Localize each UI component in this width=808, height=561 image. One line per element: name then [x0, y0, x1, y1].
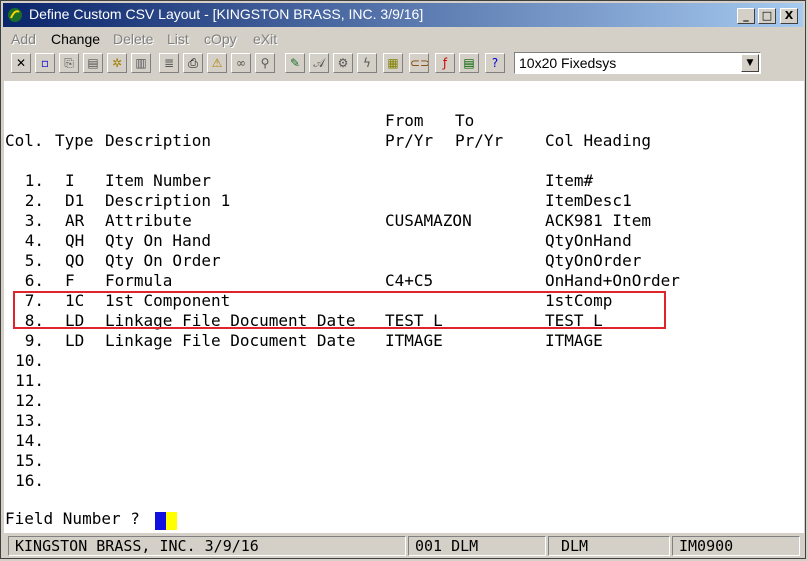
menu-add[interactable]: Add — [11, 31, 36, 47]
row-type: AR — [65, 211, 85, 230]
row-description: Description 1 — [105, 191, 231, 210]
help-icon[interactable]: ? — [485, 53, 505, 73]
row-col: 9. — [24, 331, 44, 350]
header-col: Col. — [5, 131, 44, 150]
row-type: QH — [65, 231, 85, 250]
row-col: 14. — [15, 431, 44, 450]
link-icon[interactable]: ⊂⊃ — [409, 53, 429, 73]
menu-list[interactable]: List — [167, 31, 189, 47]
status-company: KINGSTON BRASS, INC. 3/9/16 — [8, 536, 406, 556]
field-number-label: Field Number ? — [5, 509, 140, 528]
header-from-pryr: Pr/Yr — [385, 131, 434, 150]
header-col-heading: Col Heading — [545, 131, 651, 150]
row-heading: QtyOnHand — [545, 231, 632, 250]
row-type: I — [65, 171, 75, 190]
input-cursor-alt — [166, 512, 177, 530]
input-cursor[interactable] — [155, 512, 166, 530]
row-description: Qty On Hand — [105, 231, 211, 250]
row-type: QO — [65, 251, 85, 270]
row-col: 1. — [24, 171, 44, 190]
row-description: Attribute — [105, 211, 192, 230]
menu-copy[interactable]: cOpy — [204, 31, 237, 47]
menu-exit[interactable]: eXit — [253, 31, 277, 47]
settings-icon[interactable]: ✲ — [107, 53, 127, 73]
row-col: 2. — [24, 191, 44, 210]
calculator-icon[interactable]: ▦ — [383, 53, 403, 73]
terminal-screen[interactable]: From To Col. Type Description Pr/Yr Pr/Y… — [4, 81, 804, 533]
row-description: Qty On Order — [105, 251, 221, 270]
select-icon[interactable]: ▫ — [35, 53, 55, 73]
row-type: D1 — [65, 191, 85, 210]
tools-icon[interactable]: ⚙ — [333, 53, 353, 73]
document-icon[interactable]: ▤ — [459, 53, 479, 73]
row-type: F — [65, 271, 75, 290]
window-title: Define Custom CSV Layout - [KINGSTON BRA… — [29, 6, 424, 22]
row-col: 4. — [24, 231, 44, 250]
row-description: Linkage File Document Date — [105, 331, 356, 350]
row-heading: OnHand+OnOrder — [545, 271, 680, 290]
row-heading: ITMAGE — [545, 331, 603, 350]
row-from: CUSAMAZON — [385, 211, 472, 230]
status-code: 001 DLM — [408, 536, 546, 556]
find-icon[interactable]: ∞ — [231, 53, 251, 73]
maximize-button[interactable]: □ — [758, 8, 776, 24]
script-icon[interactable]: 𝒜 — [309, 53, 329, 73]
search-icon[interactable]: ⚲ — [255, 53, 275, 73]
properties-icon[interactable]: ▥ — [131, 53, 151, 73]
cancel-icon[interactable]: ✕ — [11, 53, 31, 73]
field-prompt: Field Number ? — [4, 509, 804, 531]
function-icon[interactable]: ƒ — [435, 53, 455, 73]
row-type: LD — [65, 331, 85, 350]
lightning-icon[interactable]: ϟ — [357, 53, 377, 73]
row-heading: ItemDesc1 — [545, 191, 632, 210]
row-col: 6. — [24, 271, 44, 290]
header-to-pryr: Pr/Yr — [455, 131, 504, 150]
status-bar: KINGSTON BRASS, INC. 3/9/16 001 DLM DLM … — [4, 534, 804, 558]
header-to: To — [455, 111, 475, 130]
print-icon[interactable]: ⎙ — [183, 53, 203, 73]
row-col: 12. — [15, 391, 44, 410]
row-from: ITMAGE — [385, 331, 443, 350]
app-window: Define Custom CSV Layout - [KINGSTON BRA… — [0, 0, 806, 559]
row-col: 10. — [15, 351, 44, 370]
title-bar[interactable]: Define Custom CSV Layout - [KINGSTON BRA… — [3, 3, 803, 27]
row-from: C4+C5 — [385, 271, 434, 290]
row-col: 11. — [15, 371, 44, 390]
row-heading: Item# — [545, 171, 594, 190]
row-col: 15. — [15, 451, 44, 470]
font-select-value: 10x20 Fixedsys — [519, 55, 617, 71]
menu-delete[interactable]: Delete — [113, 31, 153, 47]
header-from: From — [385, 111, 424, 130]
app-icon — [8, 8, 22, 22]
row-description: Formula — [105, 271, 173, 290]
row-col: 16. — [15, 471, 44, 490]
copy-icon[interactable]: ⎘ — [59, 53, 79, 73]
row-col: 13. — [15, 411, 44, 430]
minimize-button[interactable]: _ — [737, 8, 755, 24]
highlight-annotation — [13, 291, 666, 329]
font-select[interactable]: 10x20 Fixedsys ▼ — [514, 52, 761, 74]
close-button[interactable]: X — [780, 8, 798, 24]
menu-change[interactable]: Change — [51, 31, 100, 47]
header-description: Description — [105, 131, 211, 150]
menu-bar: Add Change Delete List cOpy eXit — [3, 29, 803, 51]
notes-icon[interactable]: ⚠ — [207, 53, 227, 73]
row-col: 3. — [24, 211, 44, 230]
row-heading: QtyOnOrder — [545, 251, 642, 270]
header-type: Type — [55, 131, 94, 150]
row-heading: ACK981 Item — [545, 211, 651, 230]
list-icon[interactable]: ≣ — [159, 53, 179, 73]
row-col: 5. — [24, 251, 44, 270]
app-launch-icon[interactable]: ✎ — [285, 53, 305, 73]
chevron-down-icon[interactable]: ▼ — [741, 54, 759, 72]
status-user: DLM — [548, 536, 670, 556]
row-description: Item Number — [105, 171, 211, 190]
paste-icon[interactable]: ▤ — [83, 53, 103, 73]
status-program: IM0900 — [672, 536, 800, 556]
